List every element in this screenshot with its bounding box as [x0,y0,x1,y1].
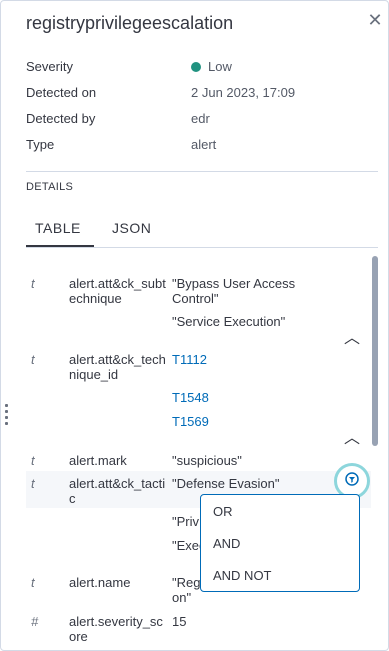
field-type-icon: t [31,575,35,590]
tab-json[interactable]: JSON [112,220,151,236]
field-name: alert.att&ck_technique_id [69,352,166,382]
type-value: alert [191,137,217,152]
field-type-icon: t [31,453,35,468]
tabs-divider [26,247,378,248]
field-name: alert.att&ck_tactic [69,476,166,506]
field-type-icon: # [31,614,39,629]
field-value[interactable]: "Bypass User Access Control" [172,276,322,306]
field-value[interactable]: "suspicious" [172,453,322,468]
meta-severity: Severity Low [26,59,366,77]
detected-on-label: Detected on [26,85,97,100]
field-type-icon: t [31,276,35,291]
severity-value: Low [191,59,232,74]
field-name: alert.severity_score [69,614,163,644]
flyout-title: registryprivilegeescalation [26,13,234,33]
flyout-panel: registryprivilegeescalation ✕ Severity L… [0,0,389,651]
drag-handle-icon[interactable] [5,404,9,425]
divider [26,171,378,172]
type-label: Type [26,137,55,152]
status-dot-icon [191,62,201,72]
field-value-link[interactable]: T1569 [172,414,322,429]
tab-table[interactable]: TABLE [35,220,81,236]
scrollbar-thumb[interactable] [372,256,378,446]
meta-detected-on: Detected on 2 Jun 2023, 17:09 [26,85,366,103]
field-type-icon: t [31,352,35,367]
field-value[interactable]: "Service Execution" [172,314,322,329]
meta-detected-by: Detected by edr [26,111,366,129]
field-type-icon: t [31,476,35,491]
field-value-link[interactable]: T1548 [172,390,322,405]
meta-type: Type alert [26,137,366,155]
detected-by-label: Detected by [26,111,96,126]
filter-operator-popover: OR AND AND NOT [200,494,360,592]
field-value[interactable]: on" [172,590,322,605]
popover-option-or[interactable]: OR [213,504,233,519]
field-value[interactable]: 15 [172,614,322,629]
filter-action-icon[interactable] [343,472,361,490]
field-name: alert.mark [69,453,127,468]
chevron-up-icon[interactable]: ︿ [344,331,360,347]
field-name: alert.att&ck_subtechnique [69,276,166,306]
field-name: alert.name [69,575,131,590]
detected-on-value: 2 Jun 2023, 17:09 [191,85,296,100]
close-icon[interactable]: ✕ [365,10,385,30]
popover-option-and-not[interactable]: AND NOT [213,568,272,583]
field-value-link[interactable]: T1112 [172,352,322,367]
popover-option-and[interactable]: AND [213,536,240,551]
details-heading: DETAILS [26,181,74,193]
detected-by-value: edr [191,111,210,126]
severity-label: Severity [26,59,73,74]
chevron-up-icon[interactable]: ︿ [344,431,360,447]
field-value[interactable]: "Defense Evasion" [172,476,322,491]
